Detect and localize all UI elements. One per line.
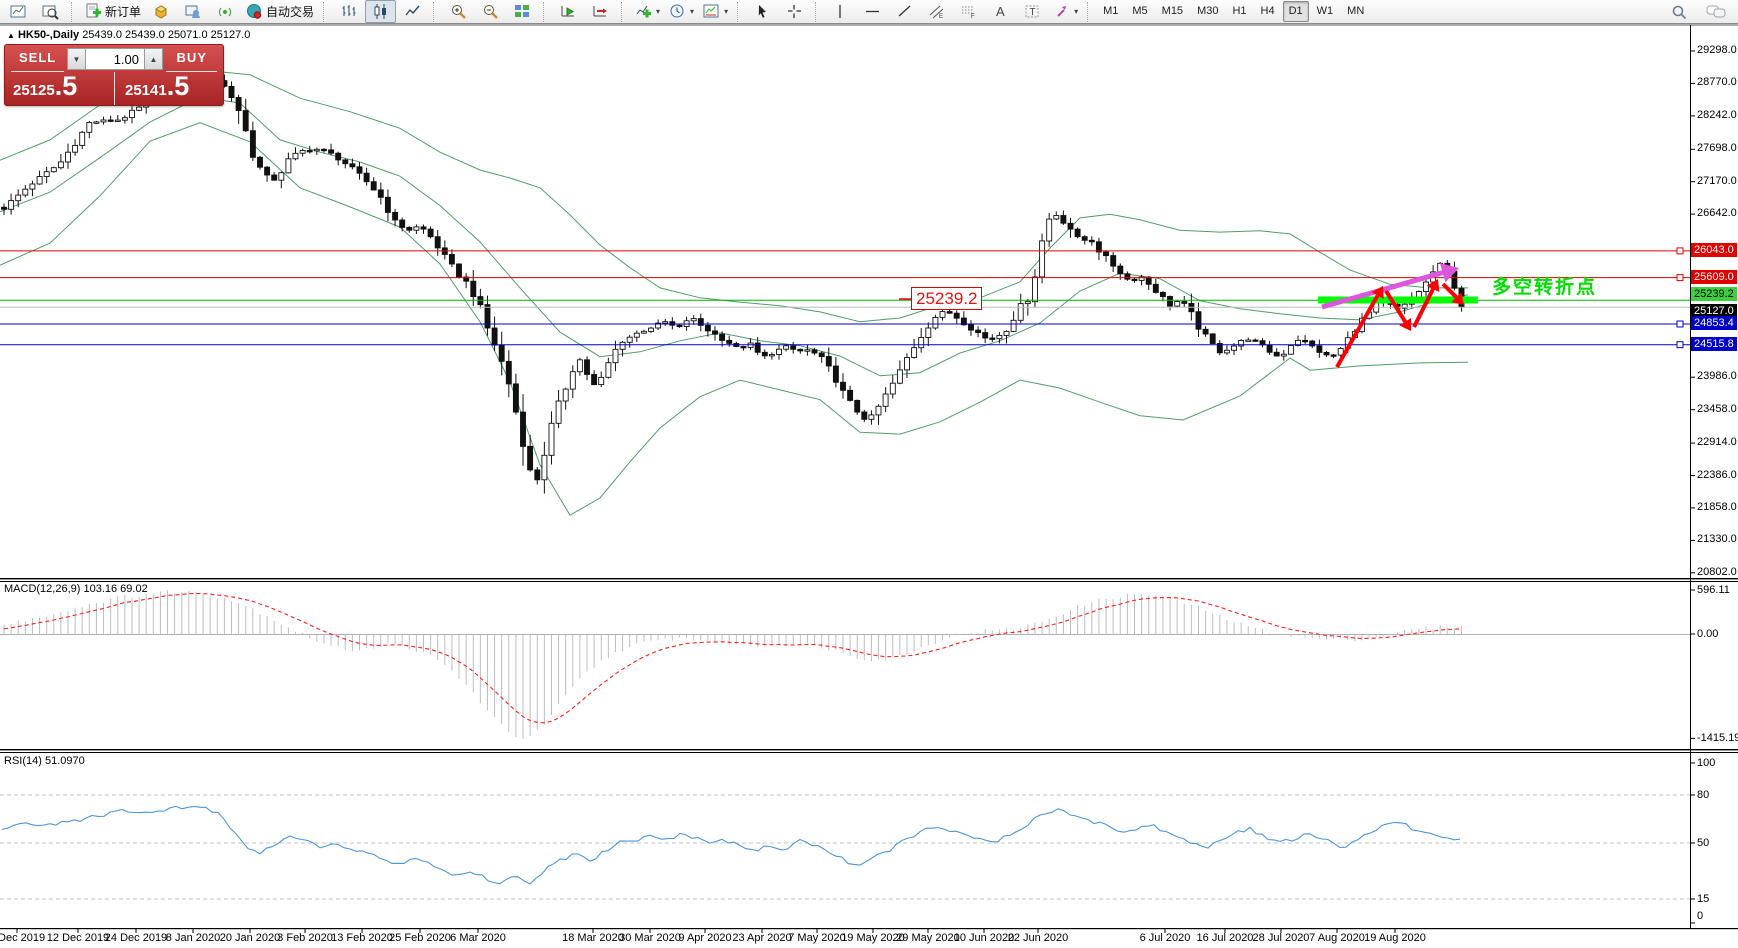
chart-canvas[interactable] xyxy=(0,0,1738,948)
sell-label: SELL xyxy=(19,50,56,65)
mt4-application-window: 新订单 自动交易 ▾ ▾ ▾ E F A T ▾ xyxy=(0,0,1738,948)
horizontal-line-tool-icon[interactable] xyxy=(857,0,888,23)
signal-icon[interactable] xyxy=(210,0,241,23)
chart-window-icon[interactable] xyxy=(3,0,34,23)
symbol-timeframe-label: HK50-,Daily xyxy=(18,29,79,41)
trendline-tool-icon[interactable] xyxy=(889,0,920,23)
chevron-down-icon: ▾ xyxy=(690,7,694,16)
main-toolbar: 新订单 自动交易 ▾ ▾ ▾ E F A T ▾ xyxy=(0,0,1738,24)
turning-point-annotation[interactable]: 多空转折点 xyxy=(1492,272,1597,299)
text-label-tool-icon[interactable]: T xyxy=(1017,0,1048,23)
timeframe-button-h4[interactable]: H4 xyxy=(1255,1,1281,22)
cursor-tool-icon[interactable] xyxy=(747,0,778,23)
candlestick-mode-icon[interactable] xyxy=(365,0,396,23)
tile-windows-icon[interactable] xyxy=(507,0,538,23)
line-chart-mode-icon[interactable] xyxy=(397,0,428,23)
crosshair-tool-icon[interactable] xyxy=(779,0,810,23)
indicators-button[interactable]: ▾ xyxy=(631,0,664,23)
new-order-label: 新订单 xyxy=(105,3,141,20)
ohlc-values: 25439.0 25439.0 25071.0 25127.0 xyxy=(82,29,250,41)
auto-scroll-icon[interactable] xyxy=(553,0,584,23)
vertical-line-tool-icon[interactable] xyxy=(825,0,856,23)
svg-text:A: A xyxy=(996,4,1005,19)
toolbar-separator xyxy=(1087,2,1092,22)
chevron-down-icon: ▾ xyxy=(724,7,728,16)
indicators-icon xyxy=(635,3,652,20)
buy-label: BUY xyxy=(177,50,207,65)
timeframe-button-m1[interactable]: M1 xyxy=(1097,1,1124,22)
search-icon[interactable] xyxy=(1663,0,1694,23)
clock-icon xyxy=(669,3,686,20)
zoom-in-icon[interactable] xyxy=(443,0,474,23)
templates-button[interactable]: ▾ xyxy=(699,0,732,23)
chart-title: ▲ HK50-,Daily 25439.0 25439.0 25071.0 25… xyxy=(7,29,250,41)
market-watch-icon[interactable] xyxy=(146,0,177,23)
sell-price: 25125.5 xyxy=(13,71,77,102)
fibonacci-tool-icon[interactable]: F xyxy=(953,0,984,23)
price-level-tag[interactable]: 25239.2 xyxy=(911,287,982,310)
divider xyxy=(114,72,115,105)
toolbar-separator xyxy=(433,2,438,22)
buy-price: 25141.5 xyxy=(125,71,189,102)
new-order-icon xyxy=(85,3,102,20)
data-window-icon[interactable] xyxy=(178,0,209,23)
timeframe-button-w1[interactable]: W1 xyxy=(1311,1,1340,22)
zoom-out-icon[interactable] xyxy=(475,0,506,23)
auto-trading-button[interactable]: 自动交易 xyxy=(242,0,318,23)
timeframes-menu-button[interactable]: ▾ xyxy=(665,0,698,23)
timeframe-button-m5[interactable]: M5 xyxy=(1126,1,1153,22)
toolbar-separator xyxy=(71,2,76,22)
text-tool-icon[interactable]: A xyxy=(985,0,1016,23)
volume-decrease-button[interactable]: ▼ xyxy=(67,48,86,70)
one-click-trading-panel: SELL 25125.5 BUY 25141.5 ▼ 1.00 ▲ xyxy=(4,44,224,106)
arrows-tool-icon xyxy=(1053,3,1070,20)
timeframe-button-mn[interactable]: MN xyxy=(1341,1,1370,22)
toolbar-separator xyxy=(737,2,742,22)
timeframe-button-group: M1M5M15M30H1H4D1W1MN xyxy=(1097,1,1370,22)
auto-trading-icon xyxy=(246,3,263,20)
new-order-button[interactable]: 新订单 xyxy=(81,0,145,23)
profile-window-icon[interactable] xyxy=(35,0,66,23)
timeframe-button-h1[interactable]: H1 xyxy=(1226,1,1252,22)
timeframe-button-m30[interactable]: M30 xyxy=(1191,1,1224,22)
toolbar-separator xyxy=(815,2,820,22)
equidistant-channel-tool-icon[interactable]: E xyxy=(921,0,952,23)
toolbar-separator xyxy=(543,2,548,22)
toolbar-separator xyxy=(323,2,328,22)
svg-text:F: F xyxy=(971,14,975,20)
svg-text:T: T xyxy=(1030,7,1036,18)
chat-icon[interactable] xyxy=(1700,0,1731,23)
toolbar-separator xyxy=(621,2,626,22)
volume-stepper: ▼ 1.00 ▲ xyxy=(67,48,163,70)
auto-trading-label: 自动交易 xyxy=(266,3,314,20)
bar-chart-mode-icon[interactable] xyxy=(333,0,364,23)
timeframe-button-d1[interactable]: D1 xyxy=(1283,1,1309,22)
collapse-icon[interactable]: ▲ xyxy=(7,31,15,40)
volume-increase-button[interactable]: ▲ xyxy=(144,48,163,70)
volume-input[interactable]: 1.00 xyxy=(86,48,144,70)
arrows-tool-button[interactable]: ▾ xyxy=(1049,0,1082,23)
template-icon xyxy=(703,3,720,20)
chart-shift-icon[interactable] xyxy=(585,0,616,23)
chevron-down-icon: ▾ xyxy=(1074,7,1078,16)
chevron-down-icon: ▾ xyxy=(656,7,660,16)
svg-text:E: E xyxy=(939,14,943,20)
timeframe-button-m15[interactable]: M15 xyxy=(1156,1,1189,22)
